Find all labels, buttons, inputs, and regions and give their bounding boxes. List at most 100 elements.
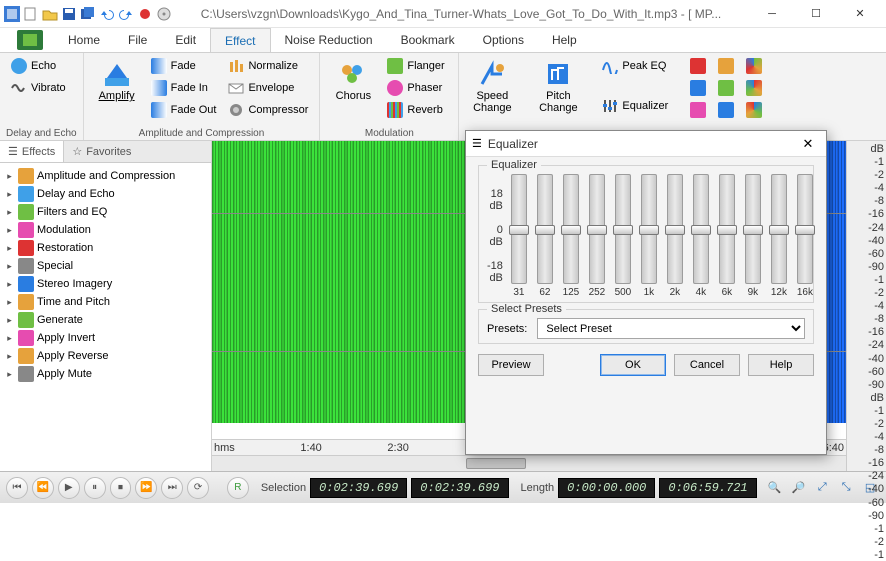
slider-knob[interactable] <box>769 225 789 235</box>
stop-button[interactable]: ⏹ <box>110 477 132 499</box>
slider-knob[interactable] <box>665 225 685 235</box>
save-icon[interactable] <box>61 6 77 22</box>
slider-knob[interactable] <box>613 225 633 235</box>
reverb-button[interactable]: Reverb <box>382 99 452 121</box>
tree-item-time-and-pitch[interactable]: ▸Time and Pitch <box>2 293 209 311</box>
tab-effect[interactable]: Effect <box>210 28 270 52</box>
slider-knob[interactable] <box>509 225 529 235</box>
scrollbar-thumb[interactable] <box>466 458 526 469</box>
expand-icon[interactable]: ▸ <box>4 207 15 218</box>
tree-item-generate[interactable]: ▸Generate <box>2 311 209 329</box>
tab-help[interactable]: Help <box>538 28 591 52</box>
tree-item-restoration[interactable]: ▸Restoration <box>2 239 209 257</box>
fade-out-button[interactable]: Fade Out <box>146 99 222 121</box>
phaser-button[interactable]: Phaser <box>382 77 452 99</box>
extra-1[interactable] <box>685 55 711 77</box>
record-button[interactable]: R <box>227 477 249 499</box>
zoom-in-icon[interactable]: 🔍 <box>765 479 785 497</box>
slider-knob[interactable] <box>535 225 555 235</box>
fade-in-button[interactable]: Fade In <box>146 77 222 99</box>
play-button[interactable]: ▶ <box>58 477 80 499</box>
ok-button[interactable]: OK <box>600 354 666 376</box>
compressor-button[interactable]: Compressor <box>223 99 313 121</box>
slider-knob[interactable] <box>795 225 815 235</box>
tab-bookmark[interactable]: Bookmark <box>387 28 469 52</box>
echo-button[interactable]: Echo <box>6 55 76 77</box>
tab-home[interactable]: Home <box>54 28 114 52</box>
eq-slider-500[interactable] <box>615 174 631 284</box>
app-logo[interactable] <box>6 28 54 52</box>
extra-2[interactable] <box>685 77 711 99</box>
peak-eq-button[interactable]: Peak EQ <box>597 55 673 77</box>
horizontal-scrollbar[interactable] <box>212 455 846 471</box>
skip-start-button[interactable]: ⏮ <box>6 477 28 499</box>
expand-icon[interactable]: ▸ <box>4 369 15 380</box>
slider-knob[interactable] <box>639 225 659 235</box>
expand-icon[interactable]: ▸ <box>4 315 15 326</box>
chorus-button[interactable]: Chorus <box>326 55 380 107</box>
slider-knob[interactable] <box>743 225 763 235</box>
amplify-button[interactable]: Amplify <box>90 55 144 107</box>
envelope-button[interactable]: Envelope <box>223 77 313 99</box>
undo-icon[interactable] <box>99 6 115 22</box>
fade-button[interactable]: Fade <box>146 55 222 77</box>
maximize-button[interactable]: ☐ <box>794 0 838 28</box>
tree-item-filters-and-eq[interactable]: ▸Filters and EQ <box>2 203 209 221</box>
flanger-button[interactable]: Flanger <box>382 55 452 77</box>
extra-8[interactable] <box>741 77 767 99</box>
extra-3[interactable] <box>685 99 711 121</box>
favorites-tab[interactable]: ☆Favorites <box>64 141 139 162</box>
pitch-change-button[interactable]: Pitch Change <box>531 55 585 119</box>
eq-slider-9k[interactable] <box>745 174 761 284</box>
eq-slider-62[interactable] <box>537 174 553 284</box>
presets-select[interactable]: Select Preset <box>537 318 805 339</box>
slider-knob[interactable] <box>717 225 737 235</box>
tree-item-apply-mute[interactable]: ▸Apply Mute <box>2 365 209 383</box>
eq-slider-16k[interactable] <box>797 174 813 284</box>
forward-button[interactable]: ⏩ <box>135 477 157 499</box>
tab-edit[interactable]: Edit <box>161 28 210 52</box>
expand-icon[interactable]: ▸ <box>4 261 15 272</box>
preview-button[interactable]: Preview <box>478 354 544 376</box>
cancel-button[interactable]: Cancel <box>674 354 740 376</box>
new-icon[interactable] <box>23 6 39 22</box>
expand-icon[interactable]: ▸ <box>4 297 15 308</box>
slider-knob[interactable] <box>561 225 581 235</box>
extra-6[interactable] <box>713 99 739 121</box>
tree-item-amplitude-and-compression[interactable]: ▸Amplitude and Compression <box>2 167 209 185</box>
dialog-titlebar[interactable]: ☰ Equalizer ✕ <box>466 131 826 157</box>
open-icon[interactable] <box>42 6 58 22</box>
tree-item-special[interactable]: ▸Special <box>2 257 209 275</box>
vibrato-button[interactable]: Vibrato <box>6 77 76 99</box>
expand-icon[interactable]: ▸ <box>4 333 15 344</box>
tree-item-delay-and-echo[interactable]: ▸Delay and Echo <box>2 185 209 203</box>
cd-icon[interactable] <box>156 6 172 22</box>
skip-end-button[interactable]: ⏭ <box>161 477 183 499</box>
speed-change-button[interactable]: Speed Change <box>465 55 519 119</box>
tree-item-apply-invert[interactable]: ▸Apply Invert <box>2 329 209 347</box>
save-all-icon[interactable] <box>80 6 96 22</box>
minimize-button[interactable]: ─ <box>750 0 794 28</box>
eq-slider-6k[interactable] <box>719 174 735 284</box>
eq-slider-4k[interactable] <box>693 174 709 284</box>
slider-knob[interactable] <box>691 225 711 235</box>
eq-slider-31[interactable] <box>511 174 527 284</box>
zoom-sel-icon[interactable]: ⤢ <box>812 479 832 497</box>
expand-icon[interactable]: ▸ <box>4 279 15 290</box>
eq-slider-125[interactable] <box>563 174 579 284</box>
tree-item-stereo-imagery[interactable]: ▸Stereo Imagery <box>2 275 209 293</box>
tab-file[interactable]: File <box>114 28 161 52</box>
extra-7[interactable] <box>741 55 767 77</box>
effects-tab[interactable]: ☰Effects <box>0 141 64 162</box>
tab-options[interactable]: Options <box>469 28 538 52</box>
loop-button[interactable]: ⟳ <box>187 477 209 499</box>
equalizer-button[interactable]: Equalizer <box>597 95 673 117</box>
zoom-out-icon[interactable]: 🔎 <box>788 479 808 497</box>
tab-noise-reduction[interactable]: Noise Reduction <box>271 28 387 52</box>
slider-knob[interactable] <box>587 225 607 235</box>
eq-slider-12k[interactable] <box>771 174 787 284</box>
tree-item-modulation[interactable]: ▸Modulation <box>2 221 209 239</box>
eq-slider-252[interactable] <box>589 174 605 284</box>
redo-icon[interactable] <box>118 6 134 22</box>
extra-9[interactable] <box>741 99 767 121</box>
